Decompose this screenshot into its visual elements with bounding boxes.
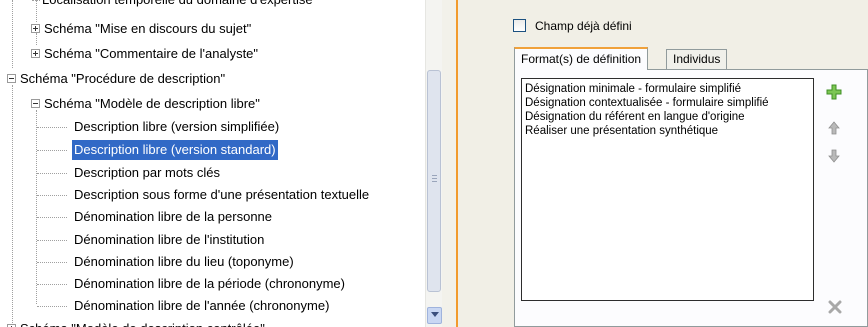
plus-box-icon[interactable] bbox=[31, 49, 40, 58]
plus-box-icon[interactable] bbox=[31, 24, 40, 33]
tree-item-commentaire[interactable]: Schéma "Commentaire de l'analyste" bbox=[0, 44, 420, 64]
scrollbar-thumb[interactable] bbox=[427, 70, 441, 292]
tree-leaf-item[interactable]: Description libre (version simplifiée) bbox=[0, 117, 420, 137]
tree-item-modele-description-libre[interactable]: Schéma "Modèle de description libre" bbox=[0, 94, 420, 114]
tree-scrollbar[interactable] bbox=[425, 0, 442, 327]
tree-item-partial-bottom[interactable]: Schéma "Modèle de description contrôlée" bbox=[0, 319, 420, 327]
add-button[interactable] bbox=[826, 84, 842, 100]
arrow-down-icon bbox=[828, 149, 840, 163]
scrollbar-grip bbox=[432, 178, 437, 179]
tree-item-label: Schéma "Mise en discours du sujet" bbox=[44, 21, 252, 36]
tab-individus[interactable]: Individus bbox=[666, 49, 728, 69]
tree-item-label: Schéma "Procédure de description" bbox=[20, 71, 226, 86]
plus-icon bbox=[826, 84, 842, 100]
tree-leaf-item[interactable]: Dénomination libre de l'institution bbox=[0, 230, 420, 250]
tree-panel: Localisation temporelle du domaine d'exp… bbox=[0, 0, 425, 327]
definition-format-list[interactable]: Désignation minimale - formulaire simpli… bbox=[521, 78, 814, 301]
minus-box-icon[interactable] bbox=[7, 74, 16, 83]
scrollbar-grip bbox=[432, 175, 437, 176]
list-item[interactable]: Désignation contextualisée - formulaire … bbox=[525, 96, 769, 110]
list-item[interactable]: Réaliser une présentation synthétique bbox=[525, 124, 718, 138]
tree-item-label: Dénomination libre de l'institution bbox=[74, 232, 265, 247]
list-item[interactable]: Désignation du référent en langue d'orig… bbox=[525, 110, 745, 124]
tree-item-label: Dénomination libre de l'année (chrononym… bbox=[74, 298, 330, 313]
tree-item-label: Description sous forme d'une présentatio… bbox=[74, 187, 370, 202]
minus-box-icon[interactable] bbox=[31, 99, 40, 108]
tree-item-label: Schéma "Modèle de description contrôlée" bbox=[18, 319, 267, 327]
tree-leaf-item[interactable]: Description par mots clés bbox=[0, 163, 420, 183]
properties-panel: Champ déjà défini Format(s) de définitio… bbox=[458, 0, 868, 327]
tree-item-label: Dénomination libre du lieu (toponyme) bbox=[74, 254, 294, 269]
scrollbar-grip bbox=[432, 181, 437, 182]
tree-item-label: Description par mots clés bbox=[74, 165, 220, 180]
arrow-up-icon bbox=[828, 121, 840, 135]
list-item[interactable]: Désignation minimale - formulaire simpli… bbox=[525, 82, 741, 96]
scroll-down-button[interactable] bbox=[427, 307, 442, 324]
tree-leaf-item[interactable]: Dénomination libre du lieu (toponyme) bbox=[0, 252, 420, 272]
move-down-button[interactable] bbox=[826, 148, 842, 164]
delete-button[interactable] bbox=[828, 300, 844, 316]
chevron-down-icon bbox=[431, 312, 439, 317]
tree-item-label: Dénomination libre de la personne bbox=[74, 209, 273, 224]
tree-leaf-item[interactable]: Dénomination libre de l'année (chrononym… bbox=[0, 296, 420, 316]
tree-leaf-item-selected[interactable]: Description libre (version standard) bbox=[0, 140, 420, 160]
tree-leaf-item[interactable]: Dénomination libre de la personne bbox=[0, 207, 420, 227]
tree-leaf-item[interactable]: Description sous forme d'une présentatio… bbox=[0, 185, 420, 205]
move-up-button[interactable] bbox=[826, 120, 842, 136]
tree-item-label: Dénomination libre de la période (chrono… bbox=[74, 276, 345, 291]
close-icon bbox=[828, 300, 842, 314]
tree-item-label: Schéma "Modèle de description libre" bbox=[44, 96, 260, 111]
tree-leaf-item[interactable]: Dénomination libre de la période (chrono… bbox=[0, 274, 420, 294]
champ-deja-defini-checkbox[interactable] bbox=[513, 19, 526, 32]
tree-item-label: Schéma "Commentaire de l'analyste" bbox=[44, 46, 259, 61]
tab-formats-definition[interactable]: Format(s) de définition bbox=[514, 47, 649, 70]
panel-splitter[interactable] bbox=[442, 0, 456, 327]
tree-item-label: Description libre (version simplifiée) bbox=[74, 119, 280, 134]
checkbox-label: Champ déjà défini bbox=[535, 19, 632, 33]
tree-item-mise-en-discours[interactable]: Schéma "Mise en discours du sujet" bbox=[0, 19, 420, 39]
tree-item-partial-top[interactable]: Localisation temporelle du domaine d'exp… bbox=[42, 0, 313, 10]
tree-item-procedure-description[interactable]: Schéma "Procédure de description" bbox=[0, 69, 420, 89]
tree-item-label: Description libre (version standard) bbox=[72, 140, 278, 160]
